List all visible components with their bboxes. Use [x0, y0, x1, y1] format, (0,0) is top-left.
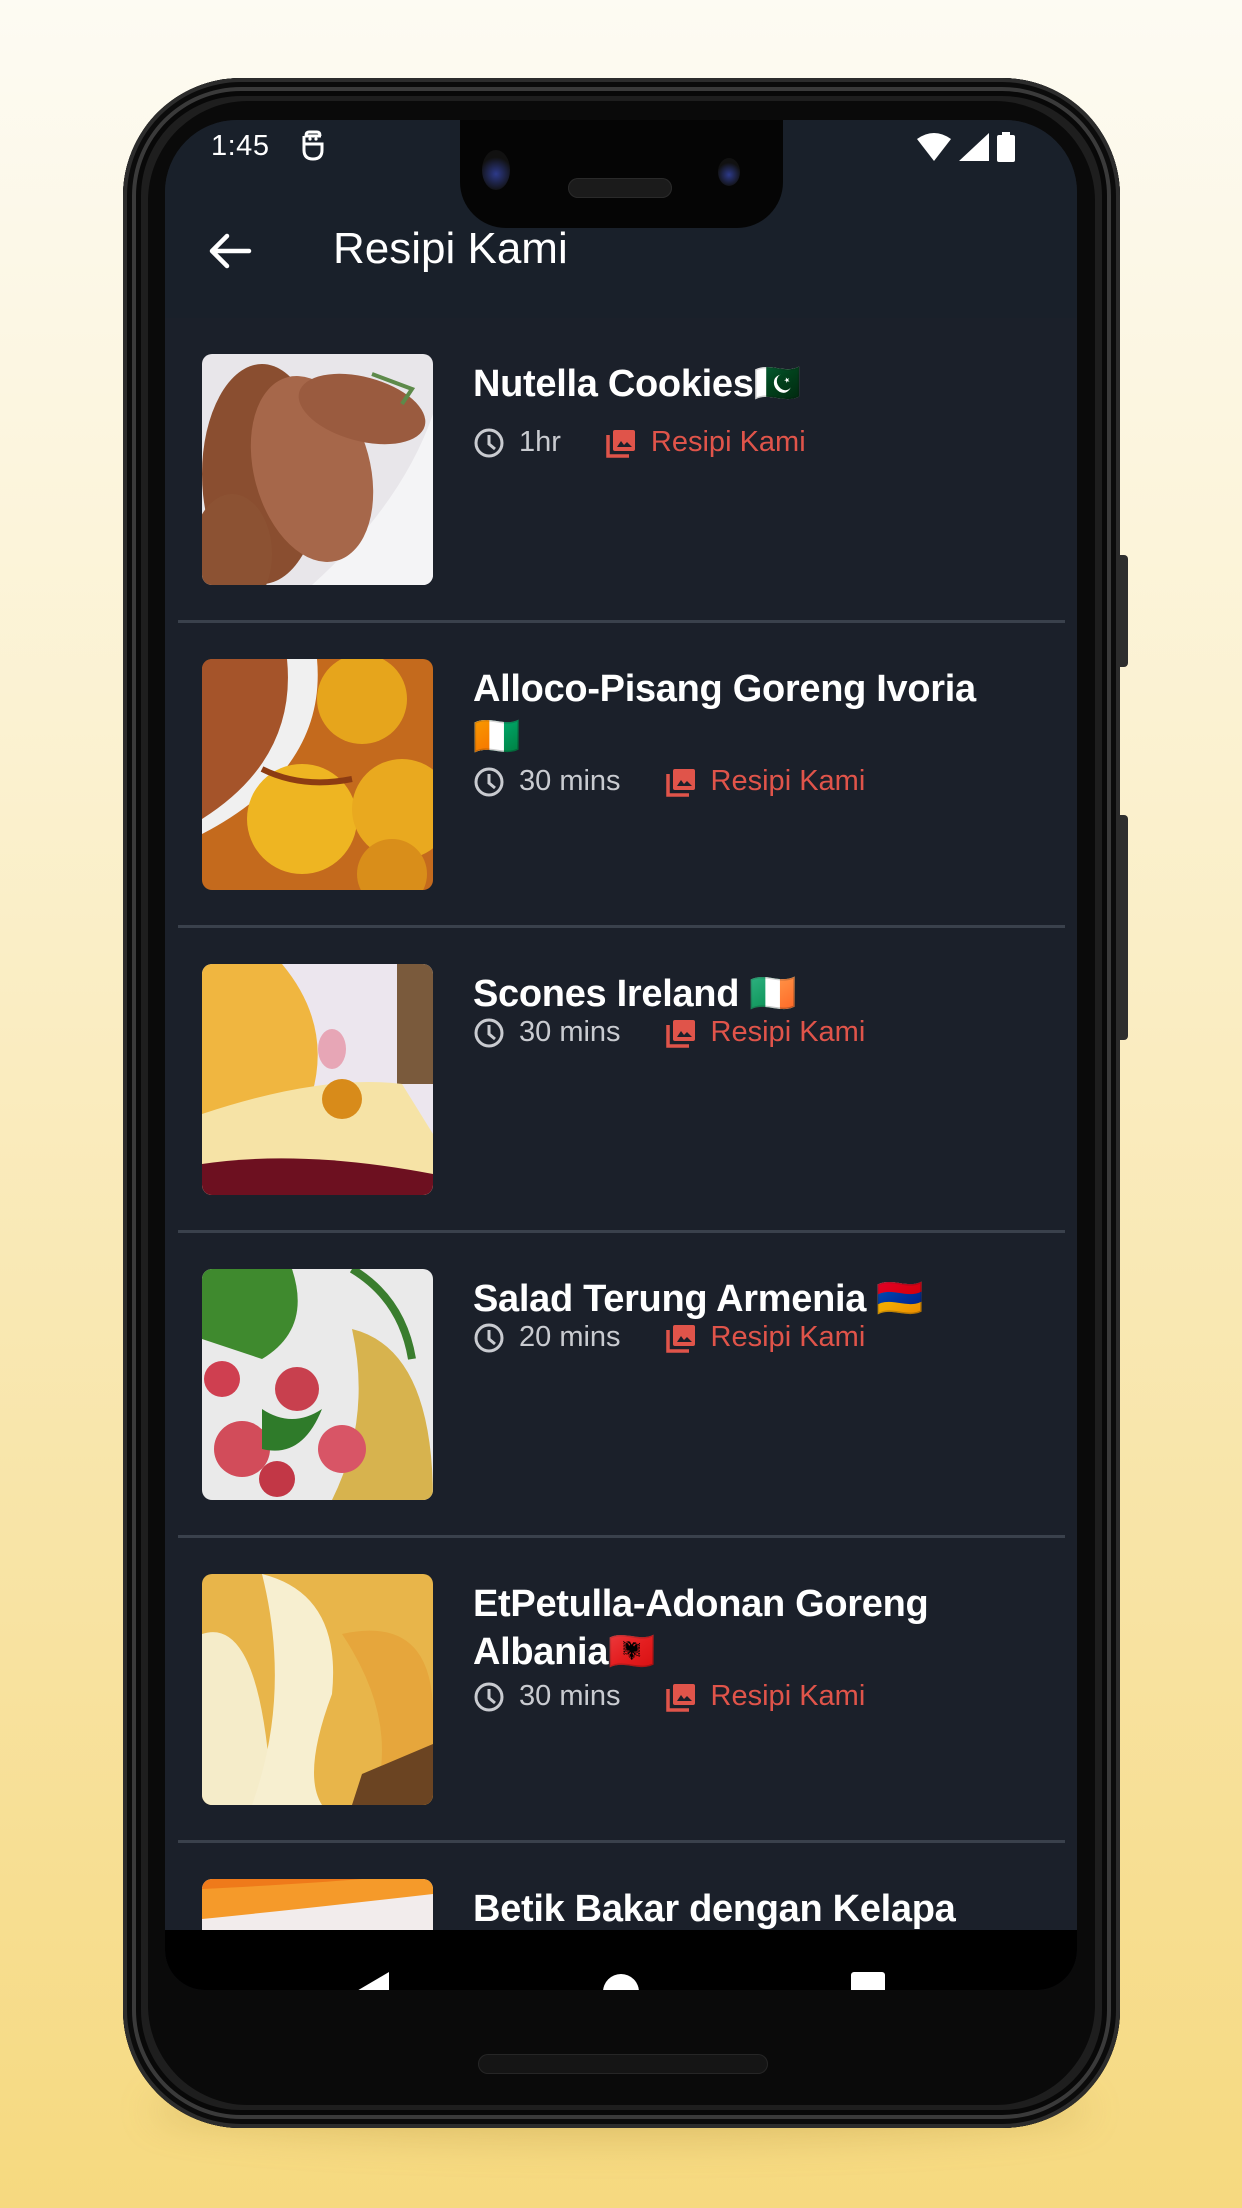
recipe-thumbnail — [202, 964, 433, 1195]
display-notch — [460, 120, 783, 228]
photo-library-icon — [665, 1019, 695, 1048]
volume-button — [1120, 815, 1128, 1040]
status-icons — [917, 132, 1015, 162]
system-nav-bar — [165, 1930, 1077, 1990]
recipe-title[interactable]: Nutella Cookies🇵🇰 — [473, 360, 1033, 408]
clock-icon — [474, 1018, 504, 1047]
recipe-time: 30 mins — [519, 765, 621, 797]
recipe-time: 30 mins — [519, 1016, 621, 1048]
recipe-title[interactable]: Scones Ireland 🇮🇪 — [473, 970, 1033, 1018]
recipe-thumbnail — [202, 354, 433, 585]
earpiece-speaker — [568, 178, 672, 198]
clock-icon — [474, 767, 504, 796]
recipe-source-link[interactable]: Resipi Kami — [711, 1680, 866, 1713]
bottom-speaker — [478, 2054, 768, 2074]
power-button — [1120, 555, 1128, 667]
recipe-thumbnail — [202, 1879, 433, 1930]
cellular-signal-icon — [959, 133, 989, 161]
recipe-thumbnail — [202, 659, 433, 890]
recipe-title[interactable]: Betik Bakar dengan Kelapa — [473, 1885, 1033, 1930]
photo-library-icon — [665, 768, 695, 797]
arrow-back-icon — [209, 233, 252, 269]
recipe-time: 20 mins — [519, 1321, 621, 1353]
debug-robot-icon — [302, 130, 324, 161]
recipe-thumbnail — [202, 1269, 433, 1500]
recipe-meta: 1hr Resipi Kami — [473, 426, 806, 459]
status-time: 1:45 — [211, 130, 270, 162]
recipe-item[interactable]: EtPetulla-Adonan Goreng Albania🇦🇱 30 min… — [178, 1538, 1065, 1843]
clock-icon — [474, 1323, 504, 1352]
recipe-item[interactable]: Alloco-Pisang Goreng Ivoria 🇨🇮 30 mins R… — [178, 623, 1065, 928]
nav-recents-icon[interactable] — [851, 1972, 885, 1990]
front-camera-icon — [482, 150, 510, 190]
recipe-source-link[interactable]: Resipi Kami — [711, 1016, 866, 1049]
nav-back-icon[interactable] — [355, 1972, 389, 1990]
recipe-meta: 30 mins Resipi Kami — [473, 765, 865, 798]
recipe-meta: 30 mins Resipi Kami — [473, 1680, 865, 1713]
recipe-title[interactable]: Alloco-Pisang Goreng Ivoria 🇨🇮 — [473, 665, 1033, 761]
wifi-icon — [917, 133, 951, 161]
battery-full-icon — [997, 132, 1015, 162]
photo-library-icon — [665, 1324, 695, 1353]
back-button[interactable] — [205, 226, 255, 276]
recipe-source-link[interactable]: Resipi Kami — [711, 765, 866, 798]
recipe-source-link[interactable]: Resipi Kami — [711, 1321, 866, 1354]
clock-icon — [474, 428, 504, 457]
recipe-meta: 30 mins Resipi Kami — [473, 1016, 865, 1049]
recipe-title[interactable]: Salad Terung Armenia 🇦🇲 — [473, 1275, 1033, 1323]
recipe-item[interactable]: Salad Terung Armenia 🇦🇲 20 mins Resipi K… — [178, 1233, 1065, 1538]
photo-library-icon — [606, 429, 635, 458]
recipe-item[interactable]: Betik Bakar dengan Kelapa — [178, 1843, 1065, 1930]
recipe-title[interactable]: EtPetulla-Adonan Goreng Albania🇦🇱 — [473, 1580, 1033, 1676]
recipe-meta: 20 mins Resipi Kami — [473, 1321, 865, 1354]
recipe-item[interactable]: Nutella Cookies🇵🇰 1hr Resipi Kami — [178, 318, 1065, 623]
nav-home-icon[interactable] — [603, 1972, 639, 1990]
recipe-thumbnail — [202, 1574, 433, 1805]
recipe-item[interactable]: Scones Ireland 🇮🇪 30 mins Resipi Kami — [178, 928, 1065, 1233]
recipe-time: 1hr — [519, 426, 561, 458]
front-sensor-icon — [718, 158, 740, 186]
screen: 1:45 Resipi Kami Nutella Cookies🇵🇰 1hr R… — [165, 120, 1077, 1990]
page-title: Resipi Kami — [333, 224, 568, 273]
photo-library-icon — [665, 1683, 695, 1712]
recipe-source-link[interactable]: Resipi Kami — [651, 426, 806, 459]
recipe-time: 30 mins — [519, 1680, 621, 1712]
clock-icon — [474, 1682, 504, 1711]
recipe-list[interactable]: Nutella Cookies🇵🇰 1hr Resipi Kami Alloco… — [165, 318, 1077, 1930]
